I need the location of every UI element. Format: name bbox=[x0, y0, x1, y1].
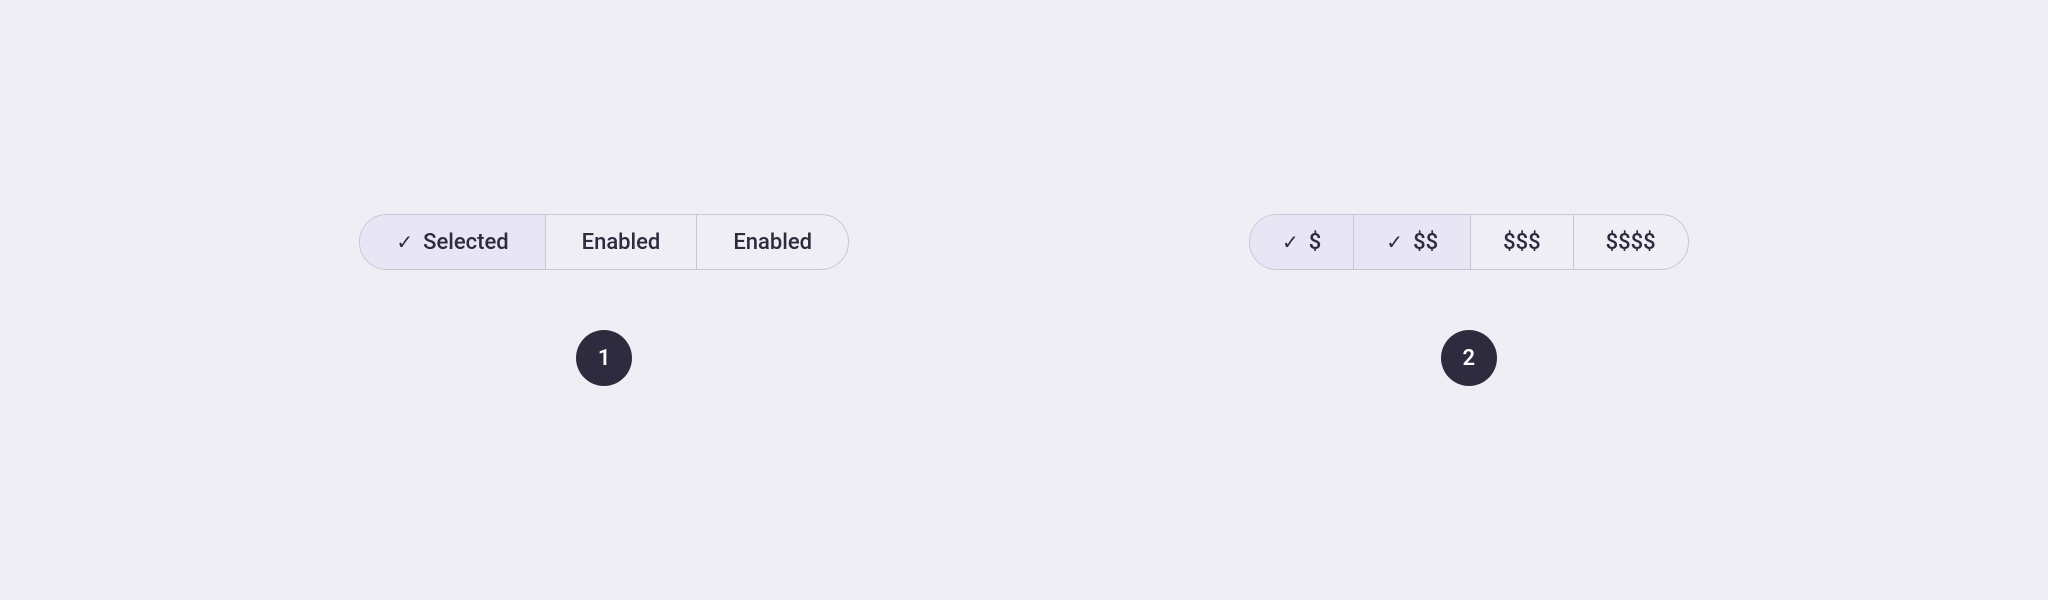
badge-1-label: 1 bbox=[598, 346, 611, 371]
segment-enabled-1[interactable]: Enabled bbox=[546, 215, 698, 269]
badge-2: 2 bbox=[1441, 330, 1497, 386]
example-2-block: ✓ $ ✓ $$ $$$ $$$$ 2 bbox=[1249, 214, 1689, 386]
price-segment-2[interactable]: ✓ $$ bbox=[1354, 215, 1471, 269]
example-1-block: ✓ Selected Enabled Enabled 1 bbox=[359, 214, 849, 386]
check-icon-price-2: ✓ bbox=[1386, 230, 1403, 254]
badge-1: 1 bbox=[576, 330, 632, 386]
segment-enabled-2-label: Enabled bbox=[733, 230, 812, 255]
segment-selected[interactable]: ✓ Selected bbox=[360, 215, 545, 269]
price-segment-1-label: $ bbox=[1309, 230, 1322, 255]
price-segment-3[interactable]: $$$ bbox=[1471, 215, 1574, 269]
check-icon-price-1: ✓ bbox=[1282, 230, 1299, 254]
main-container: ✓ Selected Enabled Enabled 1 ✓ $ ✓ $$ bbox=[359, 214, 1688, 386]
segment-enabled-2[interactable]: Enabled bbox=[697, 215, 848, 269]
price-segment-2-label: $$ bbox=[1413, 230, 1438, 255]
badge-2-label: 2 bbox=[1463, 346, 1476, 371]
segmented-control-1: ✓ Selected Enabled Enabled bbox=[359, 214, 849, 270]
price-segment-1[interactable]: ✓ $ bbox=[1250, 215, 1354, 269]
price-segment-4[interactable]: $$$$ bbox=[1574, 215, 1688, 269]
price-segment-4-label: $$$$ bbox=[1606, 230, 1656, 255]
segmented-control-2: ✓ $ ✓ $$ $$$ $$$$ bbox=[1249, 214, 1689, 270]
check-icon: ✓ bbox=[396, 230, 413, 254]
segment-enabled-1-label: Enabled bbox=[582, 230, 661, 255]
segment-selected-label: Selected bbox=[423, 230, 509, 255]
price-segment-3-label: $$$ bbox=[1503, 230, 1541, 255]
